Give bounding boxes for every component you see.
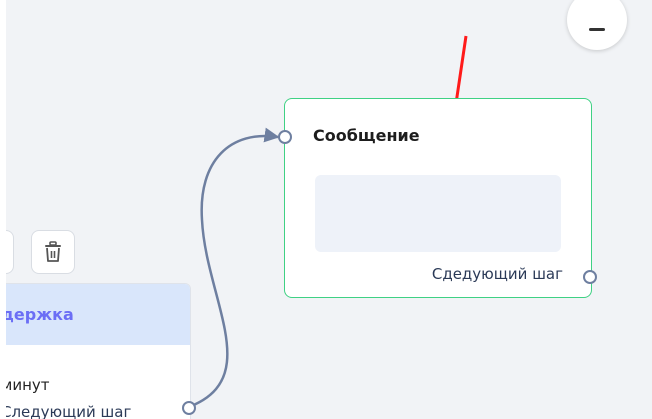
delay-node-title: держка: [6, 305, 74, 324]
message-node-output-port[interactable]: [583, 270, 597, 284]
trash-icon: [45, 241, 61, 262]
connection-line: [185, 127, 280, 410]
message-node-title: Сообщение: [313, 126, 420, 145]
delay-node-output-port[interactable]: [182, 401, 196, 415]
delay-node[interactable]: держка минут Следующий шаг: [6, 283, 191, 419]
delay-node-body: минут: [6, 376, 50, 394]
flow-canvas[interactable]: держка минут Следующий шаг Сообщение Сде…: [6, 0, 652, 419]
delete-node-button[interactable]: [31, 230, 75, 274]
delay-node-next-label: Следующий шаг: [6, 403, 132, 419]
message-node-next-label: Сдедующий шаг: [431, 265, 563, 283]
message-node-input-port[interactable]: [278, 130, 292, 144]
message-content-area[interactable]: [315, 175, 561, 252]
node-action-button[interactable]: [6, 230, 14, 274]
delay-node-header: держка: [6, 284, 190, 345]
zoom-out-button[interactable]: [567, 0, 627, 50]
message-node[interactable]: Сообщение Сдедующий шаг: [284, 98, 592, 298]
minus-icon: [589, 27, 605, 31]
